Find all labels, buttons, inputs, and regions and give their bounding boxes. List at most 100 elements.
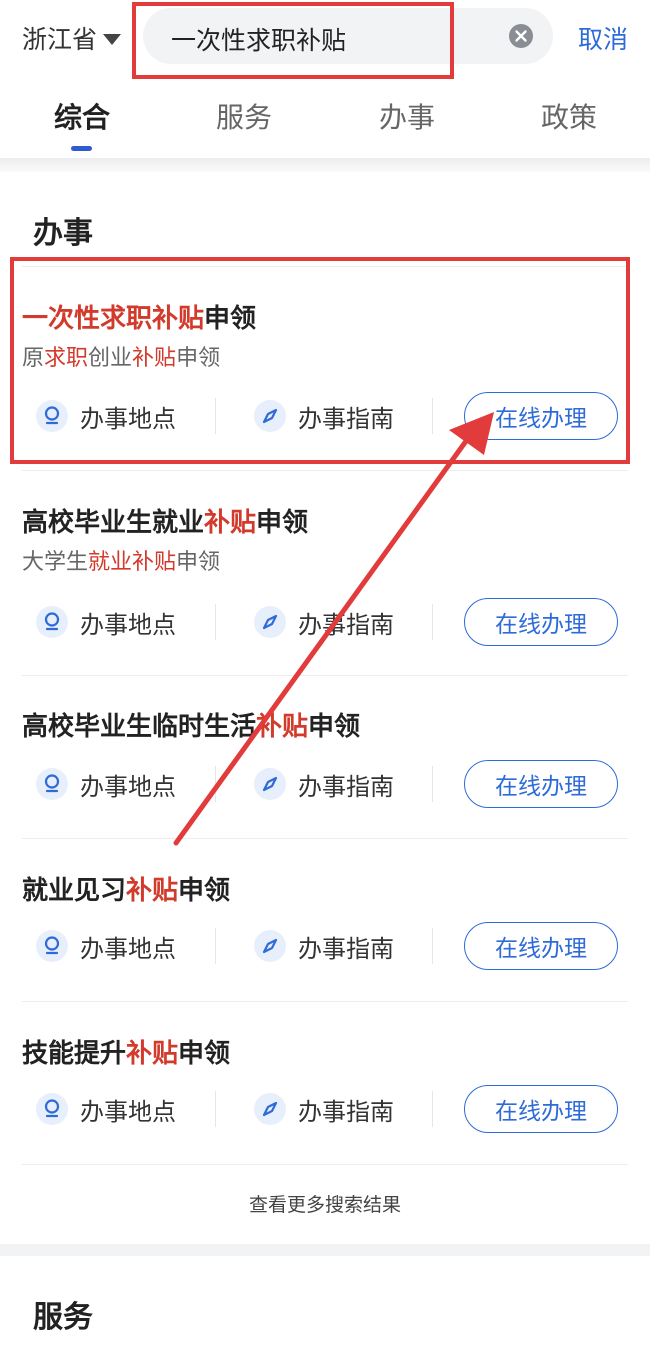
title-highlight: 一次性求职补贴 bbox=[22, 304, 205, 334]
online-handle-button[interactable]: 在线办理 bbox=[464, 392, 618, 440]
top-header: 浙江省 一次性求职补贴 取消 综合 服务 办事 政策 bbox=[0, 0, 650, 160]
title-part: 技能提升 bbox=[22, 1039, 127, 1069]
title-part: 就业见习 bbox=[22, 876, 127, 906]
divider bbox=[22, 266, 628, 267]
card-title: 高校毕业生就业补贴申领 bbox=[22, 502, 308, 539]
annotation-arrow-icon bbox=[173, 412, 494, 846]
online-handle-button[interactable]: 在线办理 bbox=[464, 598, 618, 646]
online-handle-button[interactable]: 在线办理 bbox=[464, 760, 618, 808]
guide-link[interactable]: 办事指南 bbox=[254, 592, 394, 652]
sub-part: 申领 bbox=[176, 550, 221, 575]
tab-affairs[interactable]: 办事 bbox=[379, 96, 435, 136]
card-actions: 办事地点 办事指南 在线办理 bbox=[22, 592, 628, 652]
location-label: 办事地点 bbox=[80, 610, 176, 639]
search-input[interactable]: 一次性求职补贴 bbox=[143, 8, 553, 64]
card-actions: 办事地点 办事指南 在线办理 bbox=[22, 1079, 628, 1139]
tab-policy[interactable]: 政策 bbox=[541, 96, 597, 136]
card-actions: 办事地点 办事指南 在线办理 bbox=[22, 754, 628, 814]
title-highlight: 补贴 bbox=[256, 712, 309, 742]
card-actions: 办事地点 办事指南 在线办理 bbox=[22, 916, 628, 976]
sub-highlight: 求职 bbox=[44, 346, 89, 371]
card-title: 技能提升补贴申领 bbox=[22, 1033, 230, 1070]
divider bbox=[22, 675, 628, 676]
location-label: 办事地点 bbox=[80, 934, 176, 963]
tab-bar: 综合 服务 办事 政策 bbox=[0, 96, 650, 156]
guide-label: 办事指南 bbox=[298, 772, 394, 801]
guide-link[interactable]: 办事指南 bbox=[254, 754, 394, 814]
guide-link[interactable]: 办事指南 bbox=[254, 1079, 394, 1139]
sub-part: 创业 bbox=[88, 346, 133, 371]
guide-label: 办事指南 bbox=[298, 1097, 394, 1126]
online-handle-button[interactable]: 在线办理 bbox=[464, 922, 618, 970]
online-handle-button[interactable]: 在线办理 bbox=[464, 1085, 618, 1133]
tab-comprehensive[interactable]: 综合 bbox=[54, 96, 110, 136]
location-pin-icon bbox=[36, 606, 68, 638]
location-link[interactable]: 办事地点 bbox=[36, 592, 176, 652]
region-selector[interactable]: 浙江省 bbox=[22, 20, 122, 56]
sub-highlight: 补贴 bbox=[132, 346, 177, 371]
separator bbox=[432, 398, 433, 434]
sub-highlight: 就业补贴 bbox=[88, 550, 177, 575]
search-query-text: 一次性求职补贴 bbox=[171, 26, 347, 55]
guide-link[interactable]: 办事指南 bbox=[254, 916, 394, 976]
title-highlight: 补贴 bbox=[126, 876, 179, 906]
separator bbox=[215, 928, 216, 964]
title-rest: 申领 bbox=[204, 304, 257, 334]
location-label: 办事地点 bbox=[80, 772, 176, 801]
separator bbox=[432, 1091, 433, 1127]
guide-label: 办事指南 bbox=[298, 934, 394, 963]
divider bbox=[22, 470, 628, 471]
view-more-results-link[interactable]: 查看更多搜索结果 bbox=[0, 1190, 650, 1217]
separator bbox=[215, 398, 216, 434]
compass-icon bbox=[254, 400, 286, 432]
region-label: 浙江省 bbox=[22, 25, 98, 54]
separator bbox=[432, 928, 433, 964]
location-label: 办事地点 bbox=[80, 1097, 176, 1126]
section-gap bbox=[0, 1244, 650, 1256]
title-part: 申领 bbox=[178, 1039, 231, 1069]
separator bbox=[432, 766, 433, 802]
clear-icon[interactable] bbox=[509, 24, 533, 48]
card-title: 高校毕业生临时生活补贴申领 bbox=[22, 706, 360, 743]
guide-label: 办事指南 bbox=[298, 610, 394, 639]
card-subtitle: 原求职创业补贴申领 bbox=[22, 340, 220, 372]
caret-down-icon bbox=[103, 33, 122, 45]
compass-icon bbox=[254, 1093, 286, 1125]
divider bbox=[22, 838, 628, 839]
sub-part: 原 bbox=[22, 346, 45, 371]
location-pin-icon bbox=[36, 930, 68, 962]
title-part: 高校毕业生临时生活 bbox=[22, 712, 257, 742]
compass-icon bbox=[254, 606, 286, 638]
section-title-services: 服务 bbox=[33, 1300, 93, 1335]
divider bbox=[22, 1001, 628, 1002]
divider bbox=[22, 1164, 628, 1165]
location-pin-icon bbox=[36, 1093, 68, 1125]
cancel-button[interactable]: 取消 bbox=[578, 20, 628, 56]
card-title: 就业见习补贴申领 bbox=[22, 870, 230, 907]
section-title-affairs: 办事 bbox=[33, 216, 93, 251]
separator bbox=[432, 604, 433, 640]
location-pin-icon bbox=[36, 400, 68, 432]
title-part: 申领 bbox=[256, 508, 309, 538]
location-label: 办事地点 bbox=[80, 404, 176, 433]
active-tab-indicator bbox=[71, 146, 92, 151]
title-part: 申领 bbox=[308, 712, 361, 742]
location-link[interactable]: 办事地点 bbox=[36, 1079, 176, 1139]
header-shadow bbox=[0, 158, 650, 172]
location-link[interactable]: 办事地点 bbox=[36, 386, 176, 446]
sub-part: 大学生 bbox=[22, 550, 89, 575]
location-link[interactable]: 办事地点 bbox=[36, 754, 176, 814]
title-highlight: 补贴 bbox=[126, 1039, 179, 1069]
compass-icon bbox=[254, 930, 286, 962]
guide-label: 办事指南 bbox=[298, 404, 394, 433]
guide-link[interactable]: 办事指南 bbox=[254, 386, 394, 446]
tab-services[interactable]: 服务 bbox=[216, 96, 272, 136]
title-highlight: 补贴 bbox=[204, 508, 257, 538]
compass-icon bbox=[254, 768, 286, 800]
location-link[interactable]: 办事地点 bbox=[36, 916, 176, 976]
title-part: 高校毕业生就业 bbox=[22, 508, 205, 538]
card-subtitle: 大学生就业补贴申领 bbox=[22, 544, 220, 576]
separator bbox=[215, 604, 216, 640]
sub-part: 申领 bbox=[176, 346, 221, 371]
separator bbox=[215, 766, 216, 802]
